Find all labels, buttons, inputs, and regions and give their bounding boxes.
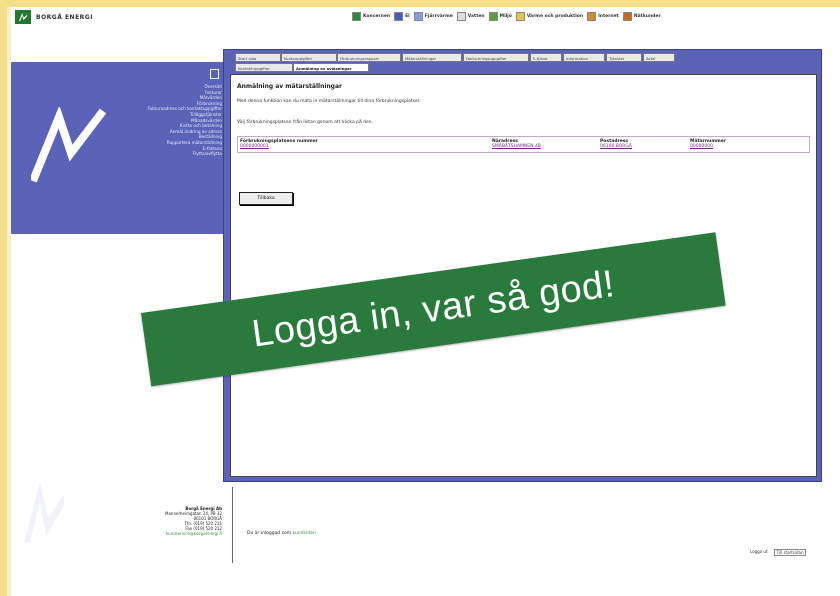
logged-in-label: Du är inloggad som [247,531,292,536]
tab-item[interactable]: Information [563,53,605,62]
table-cell-link[interactable]: SMÅBÅTSHAMNEN 4B [492,144,600,149]
company-address: Borgå Energi Ab Mannerheimgatan 24, PB 3… [110,506,222,536]
footer: Du är inloggad som kundsidan [232,487,821,563]
logo-text: BORGÅ ENERGI [36,13,93,21]
table-cell-link[interactable]: 00000000 [690,144,800,149]
tab-item[interactable]: Förbrukningsrapport [337,53,401,62]
top-nav-label: Miljö [499,14,512,19]
top-nav-item[interactable]: El [394,12,410,21]
tab-item[interactable]: Kontaktuppgifter [235,63,293,72]
orange-square-icon [587,12,597,21]
tab-item[interactable]: Avtal [643,53,675,62]
top-nav-label: Nätkunder [633,14,661,19]
orange-square-icon [622,12,632,21]
user-link[interactable]: kundsidan [293,531,316,536]
top-nav-item[interactable]: Värme och produktion [515,12,584,21]
home-link[interactable]: Till startsidan [773,549,807,556]
top-nav-label: El [405,14,410,19]
top-nav-item[interactable]: Vatten [456,12,485,21]
sidebar-menu-item[interactable]: Flytta/avflytta [148,151,222,157]
yellow-square-icon [515,12,525,21]
top-nav-label: Koncernen [363,14,391,19]
top-nav-label: Internet [598,14,619,19]
bottom-links: Logga ut Till startsidan [750,549,807,556]
top-nav: Koncernen El Fjärrvärme Vatten Miljö Värme oc… [352,12,661,21]
watermark-icon [24,482,64,542]
logout-link[interactable]: Logga ut [750,549,768,556]
tab-item[interactable]: Mätarställningar [402,53,462,62]
table-header: Förbrukningsplatsens nummer Näradress Po… [238,137,809,144]
logo[interactable]: BORGÅ ENERGI [15,10,93,24]
table-cell-link[interactable]: 0000000001 [240,144,492,149]
green-square-icon [352,12,361,21]
top-nav-item[interactable]: Nätkunder [622,12,661,21]
collapse-icon[interactable] [210,69,219,79]
top-nav-item[interactable]: Koncernen [352,12,390,21]
white-square-icon [456,12,466,21]
tab-item[interactable]: E-tjänst [530,53,562,62]
blue-outline-square-icon [413,12,423,21]
tab-bar: Start sida Kontouppgifter Förbrukningsrapp… [235,53,815,75]
top-nav-item[interactable]: Internet [587,12,619,21]
page-instruction: Välj förbrukningsplatsen från listan gen… [237,120,374,125]
tab-item[interactable]: Tjänster [606,53,642,62]
tab-item[interactable]: Faktureringsuppgifter [463,53,529,62]
tab-item[interactable]: Anmälning av avläsningar [293,63,369,72]
top-nav-label: Värme och produktion [526,14,584,19]
green-square-icon [488,12,498,21]
locations-table: Förbrukningsplatsens nummer Näradress Po… [237,136,810,153]
tab-item[interactable]: Kontouppgifter [281,53,337,62]
sidebar: Översikt Fakturor Mätvärden Förbrukning Fakt… [11,62,232,234]
bolt-logo-icon [31,107,107,183]
logged-in-info: Du är inloggad som kundsidan [247,531,316,536]
tab-item[interactable]: Start sida [235,53,281,62]
frame-left [0,0,7,596]
page-title: Anmälning av mätarställningar [237,83,342,90]
top-nav-label: Fjärrvärme [424,14,453,19]
address-email-link[interactable]: kundservice@borgaenergi.fi [110,531,222,536]
frame-top [0,0,840,7]
back-button[interactable]: Tillbaka [239,192,293,205]
logo-icon [15,10,31,24]
table-row[interactable]: 0000000001 SMÅBÅTSHAMNEN 4B 06100 BORGÅ … [238,144,809,152]
table-cell-link[interactable]: 06100 BORGÅ [600,144,690,149]
page-description: Med denna funktion kan du mata in mätars… [237,99,421,104]
top-nav-item[interactable]: Fjärrvärme [413,12,453,21]
top-nav-label: Vatten [467,14,485,19]
blue-square-icon [394,12,404,21]
top-nav-item[interactable]: Miljö [488,12,512,21]
sidebar-menu: Översikt Fakturor Mätvärden Förbrukning Fakt… [148,84,222,157]
